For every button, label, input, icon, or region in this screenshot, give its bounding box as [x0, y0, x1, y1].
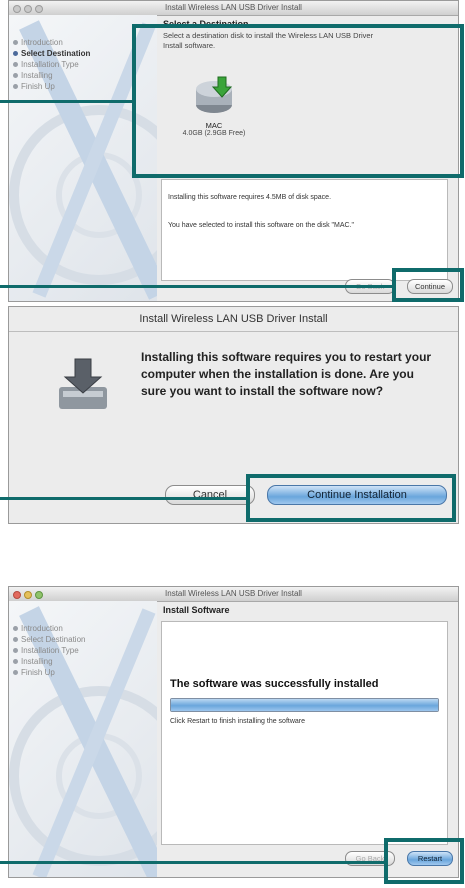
selected-disk-info: You have selected to install this softwa… [168, 222, 355, 229]
step-installing: Installing [13, 70, 90, 81]
progress-bar-fill [171, 699, 438, 711]
window-title: Install Wireless LAN USB Driver Install [165, 3, 302, 12]
dialog-message: Installing this software requires you to… [141, 350, 432, 398]
zoom-window-button[interactable] [35, 5, 43, 13]
disk-info-box: Installing this software requires 4.5MB … [161, 179, 448, 281]
step-installation-type: Installation Type [13, 59, 90, 70]
panel-heading: Install Software [163, 605, 230, 615]
minimize-window-button[interactable] [24, 591, 32, 599]
step-select-destination: Select Destination [13, 48, 90, 59]
callout-restart-box [384, 838, 464, 884]
step-select-destination: Select Destination [13, 634, 85, 645]
restart-hint: Click Restart to finish installing the s… [170, 718, 305, 725]
zoom-window-button[interactable] [35, 591, 43, 599]
success-message: The software was successfully installed [170, 678, 379, 690]
disk-space-info: Installing this software requires 4.5MB … [168, 194, 332, 201]
callout-leader-line [0, 861, 386, 864]
step-finish-up: Finish Up [13, 81, 90, 92]
window-title: Install Wireless LAN USB Driver Install [165, 589, 302, 598]
installer-steps-list: Introduction Select Destination Installa… [13, 37, 90, 92]
installer-sidebar: Introduction Select Destination Installa… [9, 601, 157, 877]
callout-destination-box [132, 24, 464, 178]
step-introduction: Introduction [13, 37, 90, 48]
installer-window-install-complete: Install Wireless LAN USB Driver Install … [8, 586, 459, 878]
divider [9, 331, 458, 332]
step-finish-up: Finish Up [13, 667, 85, 678]
step-installation-type: Installation Type [13, 645, 85, 656]
installer-package-icon [59, 358, 107, 409]
callout-leader-line [0, 285, 394, 288]
installer-steps-list: Introduction Select Destination Installa… [13, 623, 85, 678]
close-window-button[interactable] [13, 591, 21, 599]
cancel-button[interactable]: Cancel [165, 485, 255, 505]
callout-leader-line [0, 497, 248, 500]
callout-continue-installation-box [246, 474, 456, 522]
minimize-window-button[interactable] [24, 5, 32, 13]
step-installing: Installing [13, 656, 85, 667]
callout-continue-box [392, 268, 464, 302]
close-window-button[interactable] [13, 5, 21, 13]
callout-leader-line [0, 100, 134, 103]
window-titlebar: Install Wireless LAN USB Driver Install [9, 1, 458, 16]
install-status-box: The software was successfully installed … [161, 621, 448, 845]
dialog-title: Install Wireless LAN USB Driver Install [139, 313, 328, 325]
progress-track [170, 698, 439, 712]
window-titlebar: Install Wireless LAN USB Driver Install [9, 587, 458, 602]
step-introduction: Introduction [13, 623, 85, 634]
